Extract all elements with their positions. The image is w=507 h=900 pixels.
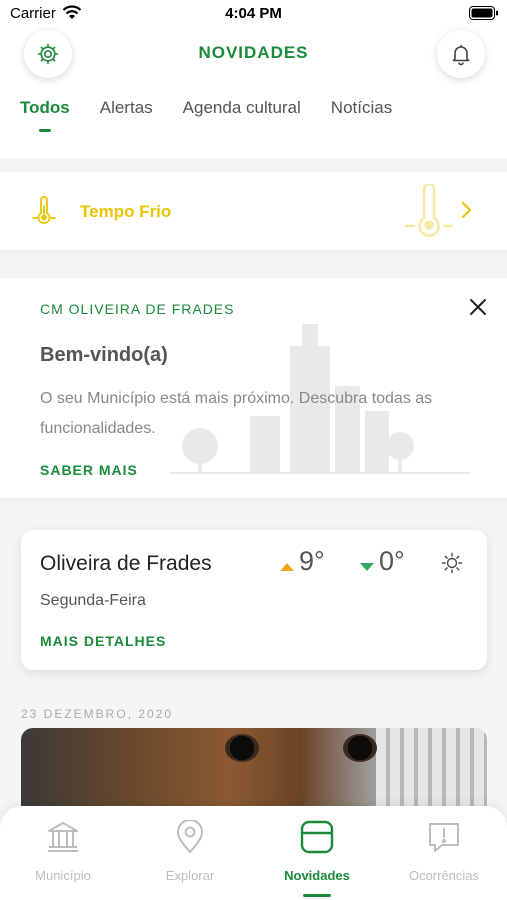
- thermometer-watermark-icon: [404, 182, 454, 243]
- max-temp-arrow-icon: [279, 559, 295, 577]
- news-source: CM OLIVEIRA DE FRADES: [40, 301, 235, 317]
- tab-todos[interactable]: Todos: [20, 98, 70, 132]
- nav-label: Município: [35, 868, 91, 883]
- notifications-button[interactable]: [437, 30, 485, 78]
- location-pin-icon: [176, 820, 204, 854]
- page-title: NOVIDADES: [198, 43, 309, 62]
- close-icon[interactable]: [468, 297, 488, 322]
- tab-bar: Todos Alertas Agenda cultural Notícias: [20, 98, 392, 132]
- sun-icon: [441, 552, 463, 579]
- building-icon: [48, 822, 78, 852]
- tab-alertas[interactable]: Alertas: [100, 98, 153, 132]
- tab-agenda-cultural[interactable]: Agenda cultural: [183, 98, 301, 132]
- nav-label: Ocorrências: [408, 868, 480, 883]
- alert-title: Tempo Frio: [80, 202, 172, 221]
- max-temperature: 9°: [299, 546, 325, 576]
- mais-detalhes-link[interactable]: MAIS DETALHES: [40, 633, 166, 649]
- welcome-card: CM OLIVEIRA DE FRADES Bem-vindo(a) O seu…: [0, 278, 507, 498]
- news-icon: [300, 820, 334, 854]
- weather-card[interactable]: Oliveira de Frades 9° 0° Segunda-Feira M…: [21, 530, 487, 670]
- nav-municipio[interactable]: Município: [0, 806, 126, 900]
- tab-noticias[interactable]: Notícias: [331, 98, 392, 132]
- clock: 4:04 PM: [225, 5, 282, 22]
- weather-city: Oliveira de Frades: [40, 552, 212, 575]
- thermometer-icon: [30, 196, 58, 231]
- alert-bubble-icon: [429, 823, 459, 852]
- nav-novidades[interactable]: Novidades: [254, 806, 380, 900]
- welcome-body: O seu Município está mais próximo. Descu…: [40, 390, 433, 437]
- nav-ocorrencias[interactable]: Ocorrências: [381, 806, 507, 900]
- min-temperature: 0°: [379, 546, 405, 576]
- bottom-navigation: Município Explorar Novidades Ocorrências: [0, 806, 507, 900]
- header: NOVIDADES Todos Alertas Agenda cultural …: [0, 28, 507, 158]
- saber-mais-link[interactable]: SABER MAIS: [40, 462, 138, 478]
- status-bar: Carrier 4:04 PM: [0, 0, 507, 28]
- weather-alert-card[interactable]: Tempo Frio: [0, 172, 507, 250]
- min-temp-arrow-icon: [359, 559, 375, 577]
- nav-label: Novidades: [284, 868, 350, 883]
- weather-day: Segunda-Feira: [40, 592, 146, 609]
- nav-label: Explorar: [165, 868, 215, 883]
- chevron-right-icon: [460, 200, 472, 225]
- bell-icon: [452, 45, 470, 66]
- dog-eye-right: [343, 734, 377, 762]
- welcome-heading: Bem-vindo(a): [40, 344, 168, 366]
- dog-eye-left: [225, 734, 259, 762]
- battery-icon: [469, 6, 499, 24]
- feed-date: 23 DEZEMBRO, 2020: [21, 707, 174, 721]
- nav-explorar[interactable]: Explorar: [127, 806, 253, 900]
